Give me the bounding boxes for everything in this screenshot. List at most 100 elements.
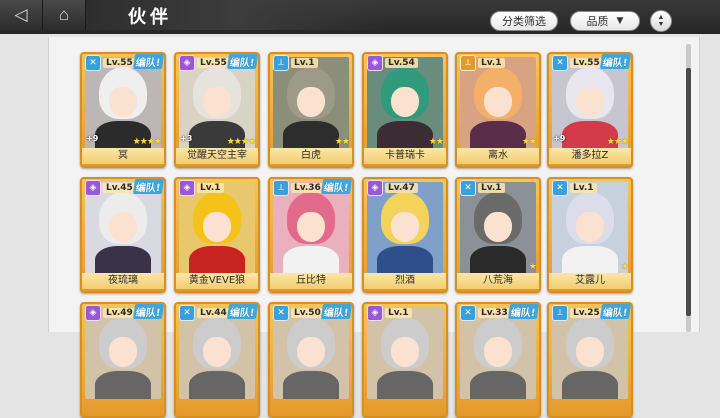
hero-body — [95, 246, 151, 274]
team-badge: 编队! — [133, 179, 165, 194]
hero-face — [109, 87, 137, 117]
staff-icon: ⟂ — [552, 304, 568, 321]
sort-dropdown[interactable]: 品质 ▼ — [570, 11, 640, 31]
hero-card[interactable]: ⟂ Lv.36 编队! 丘比特 — [268, 177, 354, 293]
hero-level: Lv.44 — [197, 307, 230, 318]
hero-level-row: ⟂ Lv.25 — [552, 304, 603, 321]
hero-level-row: ◈ Lv.54 — [367, 54, 418, 71]
hero-name: 夜琉璃 — [82, 273, 164, 289]
hero-card[interactable]: ✕ Lv.44 编队! — [174, 302, 260, 418]
hero-level-row: ◈ Lv.55 — [179, 54, 230, 71]
staff-icon: ⟂ — [273, 54, 289, 71]
shield-icon: ◈ — [367, 54, 383, 71]
hero-level-row: ⟂ Lv.1 — [460, 54, 505, 71]
hero-card[interactable]: ✕ Lv.50 编队! — [268, 302, 354, 418]
hero-level-row: ✕ Lv.33 — [460, 304, 511, 321]
sort-order-button[interactable]: ▲ ▼ — [650, 10, 672, 32]
hero-face — [297, 212, 325, 242]
hero-portrait — [85, 307, 161, 399]
hero-name: 离水 — [457, 148, 539, 164]
hero-name: 潘多拉Z — [549, 148, 631, 164]
star-rating: ★ — [620, 261, 629, 271]
hero-card[interactable]: ⟂ Lv.1 ★★ 离水 — [455, 52, 541, 168]
hero-body — [189, 246, 245, 274]
hero-body — [377, 371, 433, 399]
hero-level: Lv.36 — [291, 182, 324, 193]
hero-face — [484, 87, 512, 117]
hero-level-row: ✕ Lv.50 — [273, 304, 324, 321]
hero-level: Lv.47 — [385, 182, 418, 193]
hero-card[interactable]: ✕ Lv.1 ★ 艾露儿 — [547, 177, 633, 293]
hero-level-row: ✕ Lv.1 — [460, 179, 505, 196]
hero-face — [391, 212, 419, 242]
hero-level: Lv.1 — [570, 182, 597, 193]
team-badge: 编队! — [508, 304, 540, 319]
hero-level-row: ◈ Lv.49 — [85, 304, 136, 321]
hero-name: 卡普瑞卡 — [364, 148, 446, 164]
hero-name: 觉醒天空主宰 — [176, 148, 258, 164]
back-arrow-icon: ◁ — [14, 5, 28, 24]
hero-card[interactable]: ◈ Lv.1 — [362, 302, 448, 418]
hero-level: Lv.1 — [197, 182, 224, 193]
hero-card[interactable]: ◈ Lv.47 烈酒 — [362, 177, 448, 293]
hero-body — [283, 371, 339, 399]
hero-level: Lv.54 — [385, 57, 418, 68]
team-badge: 编队! — [227, 304, 259, 319]
hero-portrait — [85, 182, 161, 274]
hero-card[interactable]: ◈ Lv.1 黄金VEVE狼 — [174, 177, 260, 293]
hero-card[interactable]: ◈ Lv.55 编队! +3 ★★★★ 觉醒天空主宰 — [174, 52, 260, 168]
hero-card[interactable]: ◈ Lv.49 编队! — [80, 302, 166, 418]
hero-level: Lv.1 — [385, 307, 412, 318]
hero-card[interactable]: ✕ Lv.1 ★ 八荒海 — [455, 177, 541, 293]
hero-card[interactable]: ✕ Lv.55 编队! +9 ★★★★ 冥 — [80, 52, 166, 168]
home-button[interactable]: ⌂ — [43, 0, 86, 30]
hero-face — [297, 337, 325, 367]
hero-level: Lv.1 — [478, 182, 505, 193]
hero-body — [377, 246, 433, 274]
hero-card[interactable]: ◈ Lv.45 编队! 夜琉璃 — [80, 177, 166, 293]
hero-card[interactable]: ◈ Lv.54 ★★ 卡普瑞卡 — [362, 52, 448, 168]
hero-card[interactable]: ✕ Lv.55 编队! +9 ★★★ 潘多拉Z — [547, 52, 633, 168]
team-badge: 编队! — [133, 304, 165, 319]
team-badge: 编队! — [600, 54, 632, 69]
page-title: 伙伴 — [128, 7, 172, 28]
hero-plus: +3 — [180, 134, 193, 143]
star-rating: ★★★★ — [226, 136, 256, 146]
team-badge: 编队! — [321, 304, 353, 319]
sword-icon: ✕ — [552, 179, 568, 196]
hero-portrait — [179, 307, 255, 399]
team-badge: 编队! — [600, 304, 632, 319]
hero-plus: +9 — [553, 134, 566, 143]
hero-card[interactable]: ⟂ Lv.25 编队! — [547, 302, 633, 418]
shield-icon: ◈ — [367, 179, 383, 196]
filter-button[interactable]: 分类筛选 — [490, 11, 558, 31]
team-badge: 编队! — [321, 179, 353, 194]
hero-level-row: ⟂ Lv.1 — [273, 54, 318, 71]
scrollbar-thumb[interactable] — [686, 68, 691, 316]
sword-icon: ✕ — [179, 304, 195, 321]
hero-portrait — [367, 307, 443, 399]
hero-face — [203, 337, 231, 367]
sword-icon: ✕ — [460, 304, 476, 321]
hero-face — [391, 87, 419, 117]
hero-card[interactable]: ⟂ Lv.1 ★★ 白虎 — [268, 52, 354, 168]
hero-level-row: ⟂ Lv.36 — [273, 179, 324, 196]
hero-level: Lv.55 — [103, 57, 136, 68]
hero-body — [470, 371, 526, 399]
sort-label: 品质 — [586, 15, 609, 28]
hero-level-row: ✕ Lv.44 — [179, 304, 230, 321]
back-button[interactable]: ◁ — [0, 0, 43, 30]
hero-level-row: ◈ Lv.45 — [85, 179, 136, 196]
star-rating: ★★ — [334, 136, 350, 146]
hero-name: 白虎 — [270, 148, 352, 164]
hero-face — [484, 212, 512, 242]
top-bar: ◁ ⌂ 伙伴 分类筛选 品质 ▼ ▲ ▼ — [0, 0, 720, 34]
hero-portrait — [460, 307, 536, 399]
shield-icon: ◈ — [367, 304, 383, 321]
hero-face — [203, 87, 231, 117]
hero-face — [203, 212, 231, 242]
hero-portrait — [460, 182, 536, 274]
hero-name: 黄金VEVE狼 — [176, 273, 258, 289]
hero-card[interactable]: ✕ Lv.33 编队! — [455, 302, 541, 418]
filter-label: 分类筛选 — [502, 15, 546, 28]
